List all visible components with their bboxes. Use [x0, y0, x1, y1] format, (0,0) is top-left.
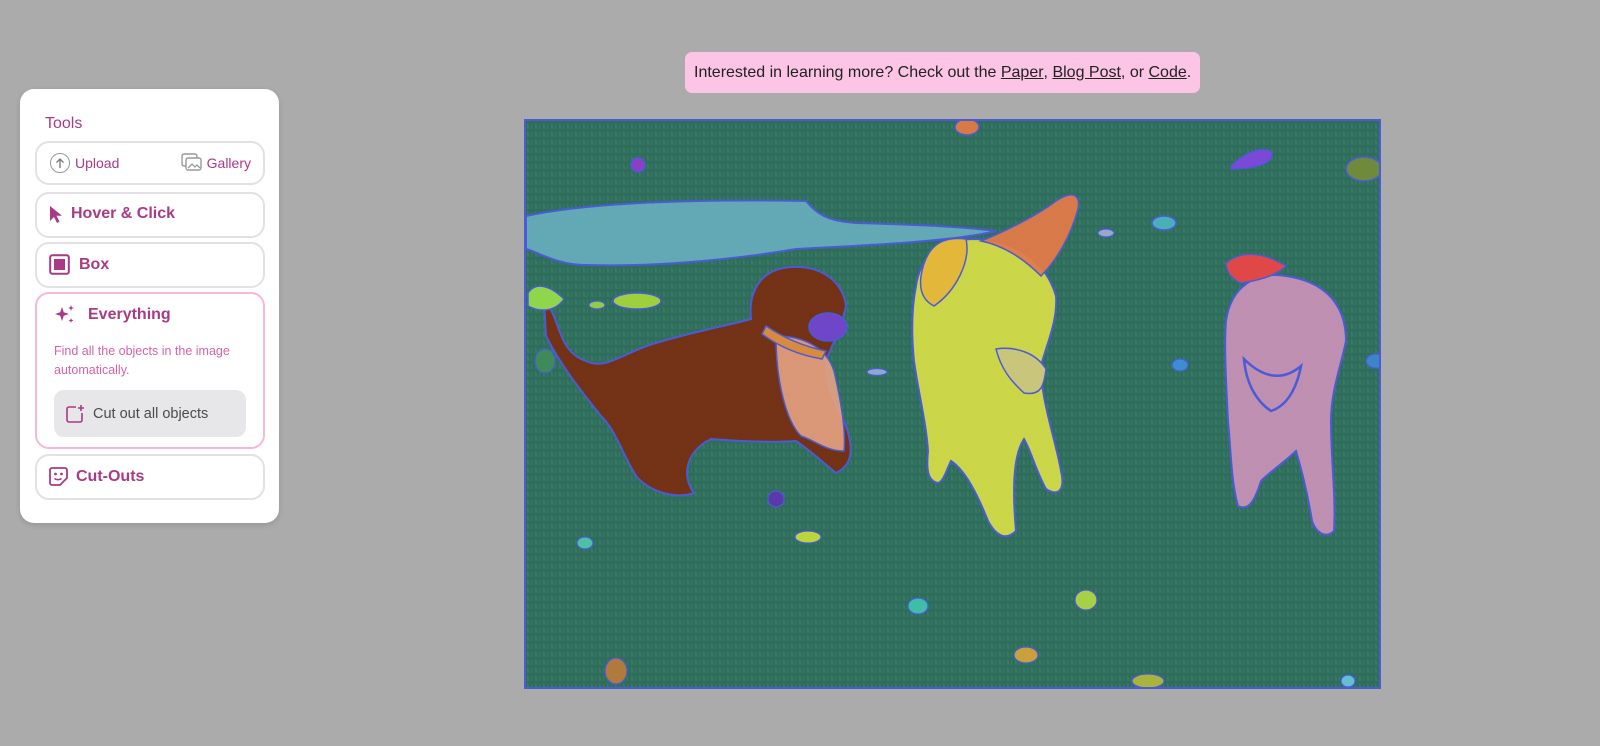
box-label: Box [79, 255, 110, 273]
code-link[interactable]: Code [1148, 64, 1186, 82]
cutouts-tool[interactable]: Cut-Outs [35, 454, 265, 500]
mask-blob [907, 597, 929, 615]
gallery-icon [180, 153, 203, 173]
mask-blob [1151, 215, 1177, 231]
learn-more-banner: Interested in learning more? Check out t… [685, 52, 1201, 93]
everything-label: Everything [88, 306, 171, 323]
paper-link[interactable]: Paper [1001, 64, 1044, 82]
gallery-button[interactable]: Gallery [180, 153, 251, 173]
mask-blob [866, 367, 888, 377]
tools-panel: Tools Upload Gallery Hover & Click Box E… [20, 89, 279, 523]
hover-click-tool[interactable]: Hover & Click [35, 192, 265, 238]
segmented-image[interactable] [524, 119, 1381, 689]
banner-suffix: . [1186, 63, 1192, 81]
mask-blob [1131, 673, 1165, 687]
box-square-icon [49, 254, 70, 275]
mask-blob [612, 292, 662, 310]
box-tool[interactable]: Box [35, 242, 265, 288]
arrow-up-circle-icon [50, 153, 70, 173]
mask-brown-dog-tongue [808, 312, 848, 342]
mask-blob [794, 530, 822, 544]
mask-blob [1365, 353, 1379, 369]
mask-blob [767, 490, 785, 508]
mask-blob [630, 157, 646, 173]
blog-post-link[interactable]: Blog Post [1052, 64, 1120, 82]
upload-label: Upload [75, 155, 120, 171]
mask-blob [1171, 358, 1189, 372]
mask-blob [1345, 156, 1379, 182]
mask-blob [1013, 646, 1039, 664]
mask-blob [1074, 589, 1098, 611]
upload-button[interactable]: Upload [50, 153, 119, 173]
segmentation-masks [526, 121, 1379, 687]
cursor-pointer-icon [49, 205, 63, 223]
everything-tool[interactable]: Everything Find all the objects in the i… [35, 292, 265, 449]
cut-out-all-label: Cut out all objects [93, 405, 209, 422]
mask-blob [534, 348, 556, 374]
sticker-icon [49, 467, 68, 486]
mask-blob [576, 536, 594, 550]
hover-click-label: Hover & Click [71, 205, 176, 222]
mask-blob [1097, 228, 1115, 238]
cut-out-all-button[interactable]: Cut out all objects [54, 390, 246, 437]
sparkles-icon [54, 304, 76, 326]
gallery-label: Gallery [206, 155, 251, 171]
everything-description: Find all the objects in the image automa… [54, 344, 230, 377]
upload-gallery-row: Upload Gallery [35, 141, 265, 185]
cutouts-label: Cut-Outs [76, 467, 145, 485]
add-cutout-icon [65, 404, 85, 424]
mask-blob [954, 121, 980, 136]
mask-blob [588, 300, 606, 310]
mask-blob [1340, 674, 1356, 687]
banner-sep-1: , [1043, 63, 1053, 81]
tools-title: Tools [45, 115, 83, 132]
mask-blob [604, 657, 628, 685]
banner-prefix: Interested in learning more? Check out t… [694, 63, 1001, 81]
banner-sep-2: , or [1120, 63, 1149, 81]
